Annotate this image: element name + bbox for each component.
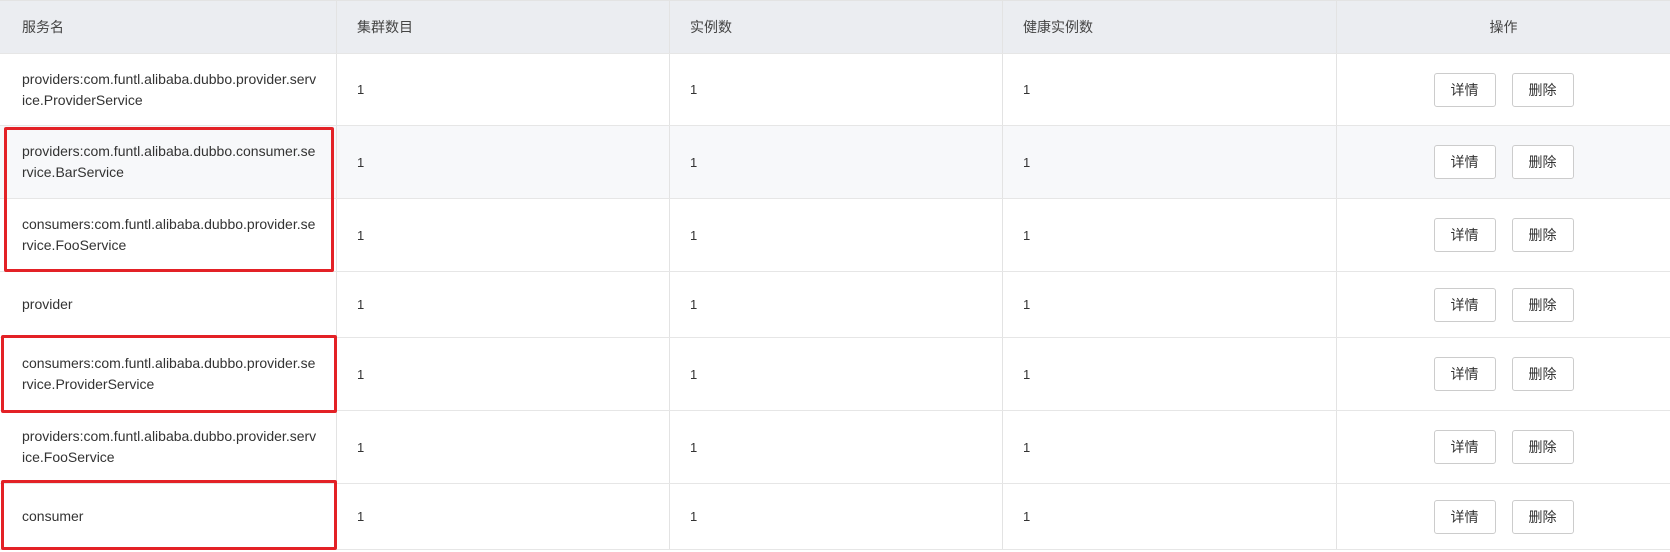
instance-count: 1 (690, 82, 698, 97)
service-name: provider (22, 296, 73, 312)
cluster-count: 1 (357, 297, 365, 312)
instance-count: 1 (690, 509, 698, 524)
service-name: consumer (22, 508, 84, 524)
detail-button[interactable]: 详情 (1433, 499, 1496, 534)
table-row: providers:com.funtl.alibaba.dubbo.provid… (0, 411, 1670, 484)
delete-button[interactable]: 删除 (1511, 145, 1574, 179)
instance-count: 1 (690, 154, 698, 170)
service-name: providers:com.funtl.alibaba.dubbo.provid… (22, 428, 317, 465)
table-row: consumer 1 1 1 详情 删除 (0, 484, 1670, 550)
delete-button[interactable]: 删除 (1511, 430, 1574, 464)
service-name: providers:com.funtl.alibaba.dubbo.consum… (22, 143, 316, 180)
detail-button[interactable]: 详情 (1433, 218, 1496, 252)
table-row: providers:com.funtl.alibaba.dubbo.provid… (0, 54, 1670, 126)
service-name: providers:com.funtl.alibaba.dubbo.provid… (22, 70, 317, 108)
healthy-instance-count: 1 (1023, 366, 1031, 382)
instance-count: 1 (690, 439, 698, 455)
table-header: 服务名 集群数目 实例数 健康实例数 操作 (0, 0, 1670, 54)
cluster-count: 1 (357, 227, 365, 243)
detail-button[interactable]: 详情 (1433, 357, 1496, 391)
detail-button[interactable]: 详情 (1433, 287, 1496, 322)
cluster-count: 1 (357, 439, 365, 455)
table-row: consumers:com.funtl.alibaba.dubbo.provid… (0, 199, 1670, 272)
delete-button[interactable]: 删除 (1511, 287, 1574, 322)
delete-button[interactable]: 删除 (1511, 499, 1574, 534)
healthy-instance-count: 1 (1023, 82, 1031, 97)
delete-button[interactable]: 删除 (1511, 72, 1574, 107)
header-healthy-instance-count: 健康实例数 (1003, 1, 1337, 53)
service-name: consumers:com.funtl.alibaba.dubbo.provid… (22, 216, 316, 253)
instance-count: 1 (690, 227, 698, 243)
healthy-instance-count: 1 (1023, 227, 1031, 243)
service-name: consumers:com.funtl.alibaba.dubbo.provid… (22, 355, 316, 392)
header-cluster-count: 集群数目 (337, 1, 670, 53)
instance-count: 1 (690, 297, 698, 312)
cluster-count: 1 (357, 82, 365, 97)
detail-button[interactable]: 详情 (1433, 145, 1496, 179)
table-row: provider 1 1 1 详情 删除 (0, 272, 1670, 338)
healthy-instance-count: 1 (1023, 297, 1031, 312)
cluster-count: 1 (357, 509, 365, 524)
delete-button[interactable]: 删除 (1511, 357, 1574, 391)
header-service-name: 服务名 (0, 1, 337, 53)
header-actions: 操作 (1489, 19, 1518, 35)
instance-count: 1 (690, 366, 698, 382)
healthy-instance-count: 1 (1023, 154, 1031, 170)
services-table: 服务名 集群数目 实例数 健康实例数 操作 providers:com.funt… (0, 0, 1670, 550)
table-row: providers:com.funtl.alibaba.dubbo.consum… (0, 126, 1670, 199)
header-instance-count: 实例数 (670, 1, 1003, 53)
delete-button[interactable]: 删除 (1511, 218, 1574, 252)
detail-button[interactable]: 详情 (1433, 430, 1496, 464)
detail-button[interactable]: 详情 (1433, 72, 1496, 107)
cluster-count: 1 (357, 154, 365, 170)
healthy-instance-count: 1 (1023, 509, 1031, 524)
table-row: consumers:com.funtl.alibaba.dubbo.provid… (0, 338, 1670, 411)
cluster-count: 1 (357, 366, 365, 382)
healthy-instance-count: 1 (1023, 439, 1031, 455)
